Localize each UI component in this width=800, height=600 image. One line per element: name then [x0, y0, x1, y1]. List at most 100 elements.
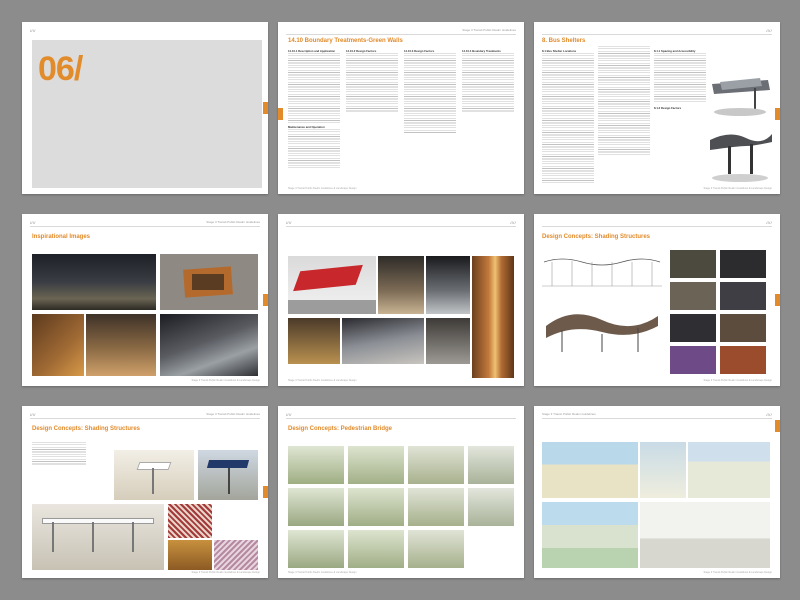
photo-wood-interior [32, 314, 84, 376]
body-text [462, 53, 514, 113]
body-text [346, 53, 398, 113]
brochure-spread-grid: { "document": { "logo_mark": "//// ", "r… [0, 0, 800, 600]
section-tab [263, 486, 268, 498]
bridge-render-6 [348, 488, 404, 526]
photo-wave-ceiling [378, 256, 424, 314]
footer-note: Stage 3 Transit Public Realm Guidelines … [703, 187, 772, 190]
running-header: Stage 3 Transit Public Realm Guidelines [206, 220, 260, 224]
bridge-render-9 [288, 530, 344, 568]
photo-atrium [86, 314, 156, 376]
page-title: Design Concepts: Shading Structures [542, 234, 651, 240]
logo: //// [30, 412, 36, 417]
photo-framed-opening [160, 254, 258, 310]
footer-note: Stage 3 Transit Public Realm Guidelines … [703, 379, 772, 382]
header-rule [542, 226, 772, 227]
header-rule [542, 34, 772, 35]
page-pedestrian-bridge: //// Design Concepts: Pedestrian Bridge … [278, 406, 524, 578]
page-section-divider: //// 06/ [22, 22, 268, 194]
section-tab [263, 102, 268, 114]
page-station-renders: Stage 3 Transit Public Realm Guidelines … [534, 406, 780, 578]
logo: //// [286, 412, 292, 417]
material-swatch-grid [670, 250, 770, 378]
photo-night-plaza [32, 254, 156, 310]
footer-note: Stage 3 Transit Public Realm Guidelines … [703, 571, 772, 574]
photo-wood-facade [472, 256, 514, 378]
header-rule [286, 34, 516, 35]
pattern-textile [168, 504, 212, 538]
shade-render-row [32, 504, 164, 570]
bridge-render-4 [468, 446, 514, 484]
header-rule [30, 226, 260, 227]
page-image-collage: //// //// Stage 3 Transit Public Realm G… [278, 214, 524, 386]
photo-station-hall [426, 318, 470, 364]
body-text [288, 53, 340, 123]
footer-note: Stage 3 Transit Public Realm Guidelines … [288, 379, 357, 382]
bridge-render-7 [408, 488, 464, 526]
bridge-render-5 [288, 488, 344, 526]
shade-render-blue [198, 450, 258, 500]
render-bridge-view [640, 502, 770, 568]
shelter-render-image [710, 46, 772, 186]
bridge-render-8 [468, 488, 514, 526]
page-title: 14.10 Boundary Treatments-Green Walls [288, 38, 403, 44]
page-shading-structures-2: //// Stage 3 Transit Public Realm Guidel… [22, 406, 268, 578]
bridge-render-11 [408, 530, 464, 568]
photo-red-canopy [288, 256, 376, 314]
bridge-render-10 [348, 530, 404, 568]
logo: //// [286, 220, 292, 225]
shading-canopy-render [546, 314, 658, 352]
page-green-walls: Stage 3 Transit Public Realm Guidelines … [278, 22, 524, 194]
logo: //// [30, 220, 36, 225]
bridge-render-2 [348, 446, 404, 484]
photo-escalator [160, 314, 258, 376]
page-title: Design Concepts: Pedestrian Bridge [288, 426, 393, 432]
header-rule [542, 418, 772, 419]
footer-note: Stage 3 Transit Public Realm Guidelines … [191, 571, 260, 574]
section-tab [775, 108, 780, 120]
body-text [288, 129, 340, 169]
footer-note: Stage 3 Transit Public Realm Guidelines … [288, 571, 357, 574]
header-rule [30, 418, 260, 419]
photo-lobby [288, 318, 340, 364]
logo: //// [766, 220, 772, 225]
running-header: Stage 3 Transit Public Realm Guidelines [542, 412, 596, 416]
page-title: 8. Bus Shelters [542, 38, 586, 44]
render-station-exterior [542, 442, 638, 498]
page-bus-shelters: //// 8. Bus Shelters 8.1 Bus Shelter Loc… [534, 22, 780, 194]
section-tab [263, 294, 268, 306]
shading-elevation-drawing [542, 258, 662, 287]
footer-note: Stage 3 Transit Public Realm Guidelines … [288, 187, 357, 190]
logo: //// [766, 28, 772, 33]
body-text [32, 442, 86, 466]
section-tab [775, 420, 780, 432]
header-rule [286, 418, 516, 419]
section-tab [775, 294, 780, 306]
page-inspirational-images: //// Stage 3 Transit Public Realm Guidel… [22, 214, 268, 386]
photo-escalator-tunnel [426, 256, 470, 314]
page-header: //// [22, 26, 268, 36]
subheading: 8.1.2 Design Factors [654, 106, 682, 110]
pattern-weave [214, 540, 258, 570]
running-header: Stage 3 Transit Public Realm Guidelines [206, 412, 260, 416]
body-text [542, 53, 594, 183]
logo-right: //// [510, 220, 516, 225]
logo: //// [30, 28, 36, 33]
render-waterfront [542, 502, 638, 568]
body-text [404, 53, 456, 133]
bridge-render-1 [288, 446, 344, 484]
render-platform [688, 442, 770, 498]
section-tab [278, 108, 283, 120]
footer-note: Stage 3 Transit Public Realm Guidelines … [191, 379, 260, 382]
page-title: Inspirational Images [32, 234, 91, 240]
page-title: Design Concepts: Shading Structures [32, 426, 141, 432]
header-rule [286, 226, 516, 227]
bridge-render-3 [408, 446, 464, 484]
pattern-cracked-earth [168, 540, 212, 570]
running-header: Stage 3 Transit Public Realm Guidelines [462, 28, 516, 32]
photo-escalators [342, 318, 424, 364]
shade-render-single [114, 450, 194, 500]
section-number: 06/ [38, 50, 83, 88]
body-text [598, 46, 650, 156]
logo: //// [766, 412, 772, 417]
body-text [654, 53, 706, 103]
